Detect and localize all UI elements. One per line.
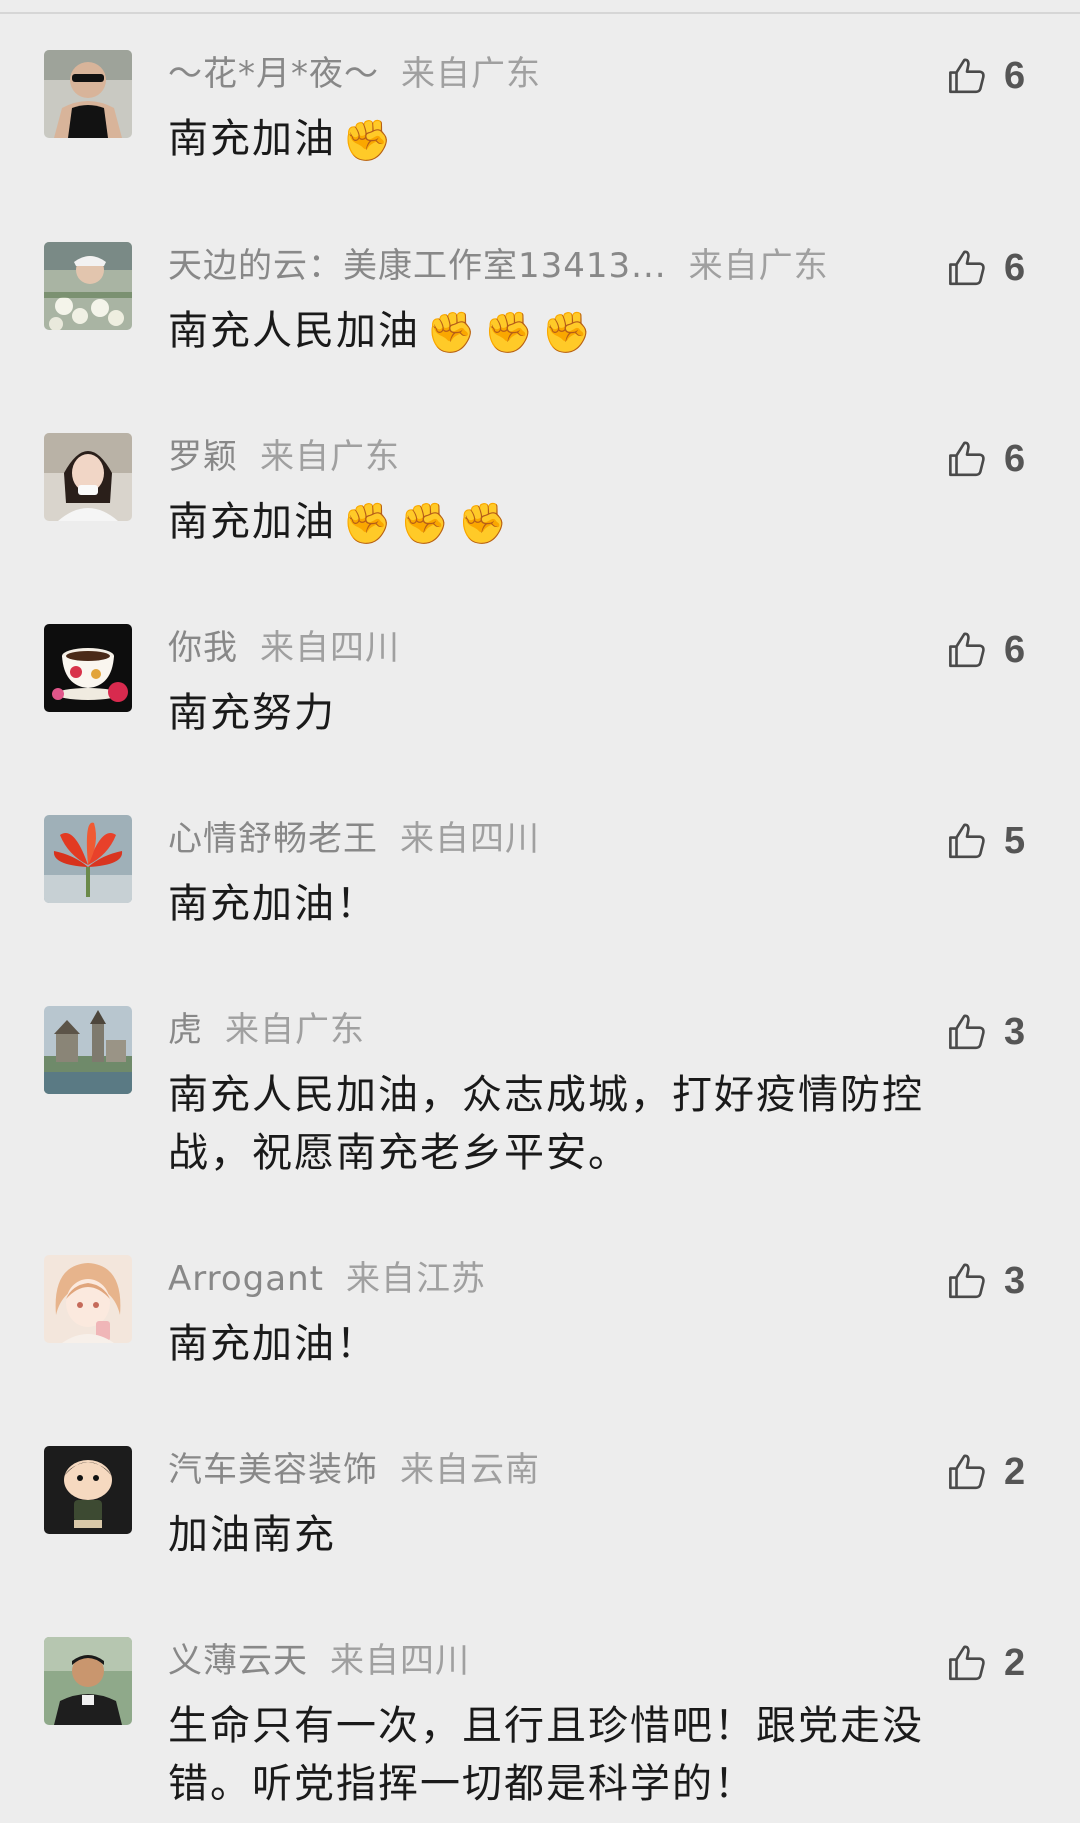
avatar-image (44, 50, 132, 138)
comment-text: 南充人民加油 ✊ ✊ ✊ (168, 302, 978, 362)
avatar-image (44, 1637, 132, 1725)
avatar[interactable] (44, 1255, 132, 1343)
thumbs-up-icon (946, 55, 988, 97)
comment-text: 南充加油 ✊ (168, 110, 978, 170)
like-count: 2 (1004, 1450, 1026, 1493)
avatar-image (44, 433, 132, 521)
comment-body: 南充加油！ (168, 1321, 378, 1367)
like-count: 3 (1004, 1010, 1026, 1053)
like-count: 5 (1004, 819, 1026, 862)
avatar-image (44, 815, 132, 903)
author-location: 来自广东 (225, 1010, 365, 1050)
avatar[interactable] (44, 1637, 132, 1725)
thumbs-up-icon (946, 438, 988, 480)
like-button[interactable]: 6 (946, 433, 1025, 485)
avatar[interactable] (44, 1006, 132, 1094)
author-name[interactable]: Arrogant (168, 1259, 324, 1299)
thumbs-up-icon (946, 247, 988, 289)
avatar-image (44, 1006, 132, 1094)
like-button[interactable]: 2 (946, 1637, 1025, 1689)
like-button[interactable]: 2 (946, 1446, 1025, 1498)
avatar-image (44, 624, 132, 712)
like-count: 6 (1004, 437, 1026, 480)
like-button[interactable]: 3 (946, 1255, 1025, 1307)
author-location: 来自四川 (330, 1641, 470, 1681)
comment-meta: 义薄云天 来自四川 (168, 1639, 470, 1683)
comment-meta: 汽车美容装饰 来自云南 (168, 1448, 540, 1492)
avatar[interactable] (44, 815, 132, 903)
author-name[interactable]: 汽车美容装饰 (168, 1450, 378, 1490)
like-button[interactable]: 6 (946, 50, 1025, 102)
raised-fist-emoji: ✊ (483, 310, 536, 356)
author-location: 来自广东 (688, 246, 829, 286)
avatar[interactable] (44, 242, 132, 330)
author-location: 来自广东 (401, 54, 541, 94)
avatar[interactable] (44, 624, 132, 712)
like-count: 3 (1004, 1259, 1026, 1302)
like-count: 6 (1004, 628, 1026, 671)
author-location: 来自江苏 (345, 1259, 486, 1299)
author-name[interactable]: 义薄云天 (168, 1641, 308, 1681)
comment-meta: 罗颖 来自广东 (168, 435, 400, 479)
raised-fist-emoji: ✊ (342, 501, 394, 547)
comment-text: 南充努力 (168, 684, 978, 742)
raised-fist-emoji: ✊ (426, 310, 478, 356)
raised-fist-emoji: ✊ (342, 118, 394, 164)
avatar[interactable] (44, 1446, 132, 1534)
comment-meta: 虎来自广东 (168, 1008, 365, 1052)
comment-body: 南充加油！ (168, 881, 378, 927)
comment-text: 南充人民加油，众志成城，打好疫情防控战，祝愿南充老乡平安。 (168, 1066, 978, 1182)
thumbs-up-icon (946, 1011, 988, 1053)
comment-meta: 心情舒畅老王 来自四川 (168, 817, 540, 861)
like-count: 2 (1004, 1641, 1026, 1684)
author-name[interactable]: 你我 (168, 628, 238, 668)
author-name[interactable]: 心情舒畅老王 (168, 819, 378, 859)
comment-text: 南充加油 ✊ ✊ ✊ (168, 493, 978, 553)
author-name[interactable]: 罗颖 (168, 437, 238, 477)
avatar-image (44, 1446, 132, 1534)
comment-body: 南充加油 (168, 499, 336, 545)
comment-text: 生命只有一次，且行且珍惜吧！跟党走没错。听党指挥一切都是科学的！ (168, 1697, 978, 1813)
comment-meta: 天边的云：美康工作室13413... 来自广东 (168, 244, 829, 288)
like-count: 6 (1004, 54, 1026, 97)
thumbs-up-icon (946, 629, 988, 671)
avatar-image (44, 1255, 132, 1343)
comment-body: 南充努力 (168, 690, 336, 736)
thumbs-up-icon (946, 820, 988, 862)
comment-body: 生命只有一次，且行且珍惜吧！跟党走没错。听党指挥一切都是科学的！ (168, 1703, 924, 1807)
comment-text: 南充加油！ (168, 1315, 978, 1373)
comment-text: 南充加油！ (168, 875, 978, 933)
thumbs-up-icon (946, 1642, 988, 1684)
comment-meta: Arrogant 来自江苏 (168, 1257, 486, 1301)
comment-meta: 你我 来自四川 (168, 626, 400, 670)
avatar[interactable] (44, 50, 132, 138)
author-location: 来自广东 (260, 437, 400, 477)
author-location: 来自四川 (400, 819, 540, 859)
comment-list: ～花*月*夜～ 来自广东 南充加油 ✊ 6 天边的云：美康工作室13413...… (0, 0, 1080, 1823)
comment-text: 加油南充 (168, 1506, 978, 1564)
author-name[interactable]: 虎 (168, 1010, 203, 1050)
comment-body: 南充人民加油 (168, 308, 420, 354)
author-name[interactable]: ～花*月*夜～ (168, 54, 379, 94)
author-name[interactable]: 天边的云：美康工作室13413... (168, 246, 667, 286)
avatar-image (44, 242, 132, 330)
comment-meta: ～花*月*夜～ 来自广东 (168, 52, 541, 96)
like-button[interactable]: 3 (946, 1006, 1025, 1058)
author-location: 来自四川 (260, 628, 400, 668)
raised-fist-emoji: ✊ (541, 310, 594, 356)
like-count: 6 (1004, 246, 1026, 289)
comment-body: 南充加油 (168, 116, 336, 162)
thumbs-up-icon (946, 1260, 988, 1302)
like-button[interactable]: 6 (946, 242, 1025, 294)
avatar[interactable] (44, 433, 132, 521)
like-button[interactable]: 5 (946, 815, 1025, 867)
author-location: 来自云南 (400, 1450, 540, 1490)
comment-body: 南充人民加油，众志成城，打好疫情防控战，祝愿南充老乡平安。 (168, 1072, 924, 1176)
comment-body: 加油南充 (168, 1512, 336, 1558)
like-button[interactable]: 6 (946, 624, 1025, 676)
raised-fist-emoji: ✊ (399, 501, 452, 547)
thumbs-up-icon (946, 1451, 988, 1493)
raised-fist-emoji: ✊ (457, 501, 510, 547)
